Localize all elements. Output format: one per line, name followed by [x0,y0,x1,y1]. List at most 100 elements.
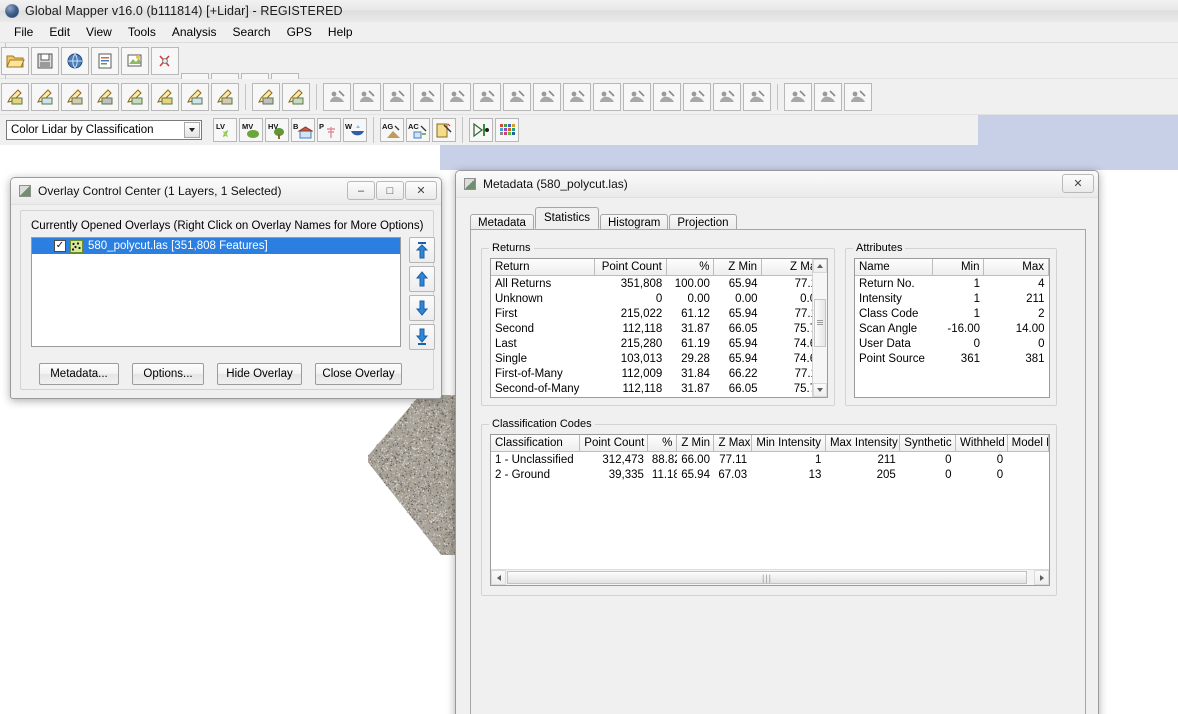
high-vegetation-button[interactable]: HV [265,118,289,142]
table-row[interactable]: Second-of-Many 112,118 31.87 66.05 75.77 [491,381,827,396]
lidar-tree-icon[interactable] [653,83,681,111]
cogo-icon[interactable] [151,83,179,111]
configure-icon[interactable] [151,47,179,75]
globe-icon[interactable] [61,47,89,75]
menu-edit[interactable]: Edit [41,23,78,41]
save-disk-icon[interactable] [31,47,59,75]
lidar-extract-icon[interactable] [533,83,561,111]
low-vegetation-button[interactable]: LV [213,118,237,142]
lidar-ground-icon[interactable] [593,83,621,111]
column-header[interactable]: Classification [491,435,580,452]
lidar-thin-icon[interactable] [563,83,591,111]
column-header[interactable]: % [648,435,677,452]
lidar-building-icon[interactable] [623,83,651,111]
menu-gps[interactable]: GPS [279,23,320,41]
minimize-icon[interactable]: – [347,181,375,200]
returns-grid[interactable]: Return Point Count% Z Min Z Max All Returns… [490,258,828,398]
table-row[interactable]: First 215,022 61.12 65.94 77.11 [491,306,827,321]
create-point-crosshair-icon[interactable] [282,83,310,111]
menu-help[interactable]: Help [320,23,361,41]
column-header[interactable]: Model K [1007,435,1048,452]
close-overlay-button[interactable]: Close Overlay [315,363,402,385]
lidar-classify-icon[interactable] [503,83,531,111]
select-class-button[interactable] [432,118,456,142]
scroll-left-icon[interactable] [491,570,506,585]
globe-edit-icon[interactable] [443,83,471,111]
column-header[interactable]: Z Max [714,435,751,452]
table-row[interactable]: 1 - Unclassified 312,473 88.82 66.00 77.11 1 2… [491,452,1049,468]
table-row[interactable]: Unknown00.000.000.00 [491,291,827,306]
move-to-top-icon[interactable] [409,237,435,263]
lidar-color-combo[interactable]: Color Lidar by Classification [6,120,202,140]
table-row[interactable]: Class Code 1 2 [855,306,1049,321]
column-header[interactable]: Return [491,259,595,276]
column-header[interactable]: Min Intensity [751,435,825,452]
water-button[interactable]: W [343,118,367,142]
table-row[interactable]: Scan Angle -16.00 14.00 [855,321,1049,336]
tab-statistics[interactable]: Statistics [535,207,599,229]
hscroll-thumb[interactable]: ||| [507,571,1027,584]
grid-icon[interactable] [211,83,239,111]
classification-codes-grid[interactable]: Classification Point Count% Z Min Z Max Min … [490,434,1050,586]
scroll-thumb[interactable] [814,299,826,347]
table-row[interactable]: All Returns 351,808 100.00 65.94 77.11 [491,276,827,292]
close-icon[interactable]: ✕ [1062,174,1094,193]
create-line-icon[interactable] [61,83,89,111]
building-button[interactable]: B [291,118,315,142]
column-header[interactable]: Synthetic [900,435,956,452]
overlay-visible-checkbox[interactable]: ✓ [54,240,66,252]
options-button[interactable]: Options... [132,363,204,385]
attributes-grid[interactable]: Name Min Max Return No. 1 4 Intensity 1 211 Clas… [854,258,1050,398]
close-icon[interactable]: ✕ [405,181,437,200]
table-row[interactable]: Return No. 1 4 [855,276,1049,292]
table-row[interactable]: Third-of-Many24,2356.8966.0675.03 [491,396,827,398]
column-header[interactable]: Point Count [580,435,648,452]
metadata-button[interactable]: Metadata... [39,363,119,385]
menu-view[interactable]: View [78,23,120,41]
move-down-icon[interactable] [409,295,435,321]
menu-analysis[interactable]: Analysis [164,23,225,41]
column-header[interactable]: Z Min [714,259,762,276]
export-map-icon[interactable] [121,47,149,75]
column-header[interactable]: Point Count [595,259,666,276]
create-area-icon[interactable] [1,83,29,111]
table-row[interactable]: Intensity 1 211 [855,291,1049,306]
lidar-region-icon[interactable] [713,83,741,111]
table-row[interactable]: First-of-Many 112,009 31.84 66.22 77.11 [491,366,827,381]
column-header[interactable]: Withheld [956,435,1008,452]
column-header[interactable]: % [666,259,714,276]
medium-vegetation-button[interactable]: MV [239,118,263,142]
column-header[interactable]: Min [932,259,984,276]
table-row[interactable]: User Data 0 0 [855,336,1049,351]
revert-icon[interactable] [844,83,872,111]
scroll-up-icon[interactable] [813,259,827,273]
table-row[interactable]: Second 112,118 31.87 66.05 75.77 [491,321,827,336]
lidar-noise-icon[interactable] [683,83,711,111]
menu-file[interactable]: File [6,23,41,41]
scroll-right-icon[interactable] [1034,570,1049,585]
brick-icon[interactable] [353,83,381,111]
document-icon[interactable] [91,47,119,75]
add-class-button[interactable]: AC [406,118,430,142]
lidar-palette-button[interactable] [495,118,519,142]
overlay-list-item[interactable]: ✓ 580_polycut.las [351,808 Features] [32,238,400,254]
returns-vertical-scrollbar[interactable] [812,259,827,397]
column-header[interactable]: Max Intensity [825,435,899,452]
overlay-list[interactable]: ✓ 580_polycut.las [351,808 Features] [31,237,401,347]
power-line-button[interactable]: P [317,118,341,142]
lidar-blob-icon[interactable] [743,83,771,111]
column-header[interactable]: Name [855,259,932,276]
move-to-bottom-icon[interactable] [409,324,435,350]
create-smooth-line-icon[interactable] [91,83,119,111]
redo-arrow-icon[interactable] [814,83,842,111]
column-header[interactable]: Max [984,259,1049,276]
lidar-filter-icon[interactable] [473,83,501,111]
undo-icon[interactable] [784,83,812,111]
maximize-icon[interactable]: □ [376,181,404,200]
above-ground-button[interactable]: AG [380,118,404,142]
table-row[interactable]: Last 215,280 61.19 65.94 74.69 [491,336,827,351]
column-header[interactable]: Z Min [677,435,714,452]
create-rectangle-icon[interactable] [121,83,149,111]
create-point-icon[interactable] [252,83,280,111]
classification-horizontal-scrollbar[interactable]: ||| [491,569,1049,585]
